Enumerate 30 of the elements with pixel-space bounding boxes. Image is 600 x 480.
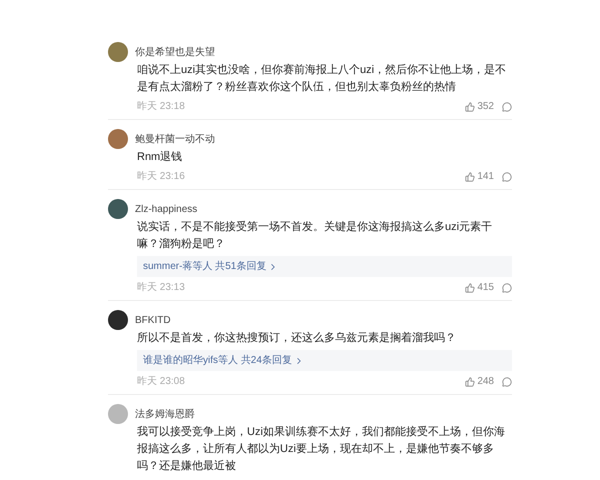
comment-text: 所以不是首发，你这热搜预订，还这么多乌兹元素是搁着溜我吗？: [137, 330, 457, 346]
like-button[interactable]: 141: [465, 169, 494, 184]
thumbs-up-icon: [465, 102, 476, 112]
comment-icon[interactable]: [502, 376, 512, 386]
like-button[interactable]: 248: [465, 374, 494, 389]
comment-icon[interactable]: [502, 172, 512, 182]
timestamp: 昨天 23:13: [137, 281, 185, 295]
avatar[interactable]: [108, 310, 128, 330]
username[interactable]: 法多姆海恩爵: [135, 406, 195, 422]
username[interactable]: 你是希望也是失望: [135, 44, 215, 60]
comment-text: 我可以接受竞争上岗，Uzi如果训练赛不太好，我们都能接受不上场，但你海报搞这么多，让所有人都以为Uzi要上场，现在却不上，是嫌他节奏不够多吗？还是嫌他最近被: [137, 424, 506, 474]
comment-text: 咱说不上uzi其实也没啥，但你赛前海报上八个uzi，然后你不让他上场，是不是有点太溜粉了？粉丝喜欢你这个队伍，但也别太辜负粉丝的热情: [137, 62, 508, 95]
replies-link[interactable]: summer-蒋等人 共51条回复: [137, 256, 512, 277]
replies-link[interactable]: 谁是谁的昭华yifs等人 共24条回复: [137, 350, 512, 371]
thumbs-up-icon: [465, 282, 476, 292]
like-button[interactable]: 415: [465, 280, 494, 295]
comment-icon[interactable]: [502, 102, 512, 112]
comment-text: Rnm退钱: [137, 150, 184, 165]
comment-text: 说实话，不是不能接受第一场不首发。关键是你这海报搞这么多uzi元素干嘛？溜狗粉是吧？: [137, 220, 494, 252]
avatar[interactable]: [108, 199, 128, 219]
username[interactable]: BFKITD: [135, 312, 171, 328]
timestamp: 昨天 23:18: [137, 100, 185, 114]
timestamp: 昨天 23:08: [137, 375, 185, 389]
thumbs-up-icon: [465, 172, 476, 182]
thumbs-up-icon: [465, 376, 476, 386]
username[interactable]: Zlz-happiness: [135, 202, 198, 216]
username[interactable]: 鲍曼杆菌一动不动: [135, 132, 215, 146]
timestamp: 昨天 23:16: [137, 170, 185, 184]
comment-icon[interactable]: [502, 282, 512, 292]
like-button[interactable]: 352: [465, 99, 494, 114]
